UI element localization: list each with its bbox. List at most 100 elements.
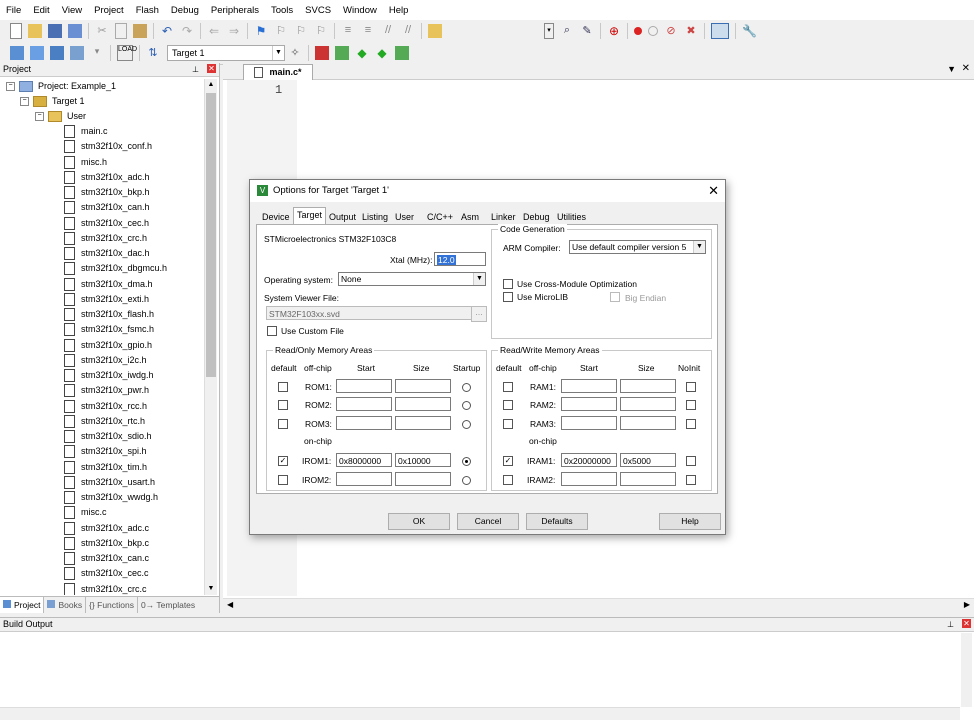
uncomment-icon[interactable]: // <box>401 24 415 38</box>
scroll-left-arrow[interactable]: ◀ <box>227 600 233 609</box>
tree-target[interactable]: − Target 1 <box>20 94 85 109</box>
tree-file[interactable]: misc.h <box>64 155 107 170</box>
collapse-icon[interactable]: − <box>35 112 44 122</box>
bookmark-icon[interactable]: ⚑ <box>254 24 268 38</box>
stop-build-icon[interactable]: ▾ <box>90 46 104 60</box>
clear-bookmarks-icon[interactable]: ⚐ <box>314 24 328 38</box>
cross-module-checkbox[interactable] <box>503 279 513 289</box>
xtal-input[interactable]: 12.0 <box>434 252 486 266</box>
rom-start-input[interactable] <box>336 416 392 430</box>
noinit-checkbox[interactable] <box>686 475 696 485</box>
svd-browse-button[interactable]: … <box>471 306 487 322</box>
tree-file[interactable]: main.c <box>64 124 108 139</box>
tree-file[interactable]: stm32f10x_crc.h <box>64 231 147 246</box>
close-icon[interactable]: ✕ <box>708 180 719 202</box>
debug-session-icon[interactable]: ⊕ <box>607 24 621 38</box>
tree-file[interactable]: stm32f10x_rtc.h <box>64 414 145 429</box>
pack-update-icon[interactable] <box>395 46 409 60</box>
tree-file[interactable]: stm32f10x_cec.h <box>64 216 149 231</box>
unindent-icon[interactable]: ≡ <box>361 24 375 38</box>
tree-file[interactable]: stm32f10x_fsmc.h <box>64 322 154 337</box>
tree-file[interactable]: stm32f10x_can.c <box>64 551 149 566</box>
configure-icon[interactable]: 🔧 <box>742 24 757 38</box>
menu-svcs[interactable]: SVCS <box>299 5 337 16</box>
menu-flash[interactable]: Flash <box>130 5 165 16</box>
collapse-icon[interactable]: − <box>20 97 29 107</box>
menu-debug[interactable]: Debug <box>165 5 205 16</box>
disable-breakpoint-icon[interactable] <box>648 26 658 36</box>
rom-default-checkbox[interactable]: ✓ <box>278 456 288 466</box>
rom-default-checkbox[interactable] <box>278 419 288 429</box>
noinit-checkbox[interactable] <box>686 400 696 410</box>
pin-icon[interactable]: ⊥ <box>192 63 199 76</box>
startup-radio[interactable] <box>462 420 471 429</box>
tab-templates[interactable]: 0→ Templates <box>138 597 198 613</box>
rom-default-checkbox[interactable] <box>278 400 288 410</box>
rom-size-input[interactable] <box>395 397 451 411</box>
indent-icon[interactable]: ≡ <box>341 24 355 38</box>
open-folder-icon[interactable] <box>28 24 42 38</box>
build-output-hscrollbar[interactable] <box>0 707 960 720</box>
rom-start-input[interactable] <box>336 397 392 411</box>
ram-default-checkbox[interactable]: ✓ <box>503 456 513 466</box>
cancel-button[interactable]: Cancel <box>457 513 519 530</box>
editor-tab-main-c[interactable]: main.c* <box>243 64 313 80</box>
ram-size-input[interactable]: 0x5000 <box>620 453 676 467</box>
tree-group-user[interactable]: − User <box>35 109 86 124</box>
copy-icon[interactable] <box>115 23 127 39</box>
rom-default-checkbox[interactable] <box>278 475 288 485</box>
tab-target[interactable]: Target <box>293 207 327 225</box>
menu-project[interactable]: Project <box>88 5 130 16</box>
ram-start-input[interactable] <box>561 397 617 411</box>
paste-icon[interactable] <box>133 24 147 38</box>
rebuild-icon[interactable] <box>50 46 64 60</box>
breakpoint-icon[interactable] <box>634 27 642 35</box>
ram-default-checkbox[interactable] <box>503 419 513 429</box>
tree-file[interactable]: stm32f10x_can.h <box>64 200 150 215</box>
new-file-icon[interactable] <box>10 23 22 39</box>
tree-file[interactable]: stm32f10x_sdio.h <box>64 429 152 444</box>
menu-help[interactable]: Help <box>383 5 415 16</box>
big-endian-checkbox[interactable] <box>610 292 620 302</box>
scroll-down-arrow[interactable]: ▼ <box>205 583 217 595</box>
rom-size-input[interactable] <box>395 416 451 430</box>
target-select[interactable]: Target 1 ▼ <box>167 45 285 61</box>
tree-file[interactable]: stm32f10x_conf.h <box>64 139 152 154</box>
ram-start-input[interactable]: 0x20000000 <box>561 453 617 467</box>
project-tree-scrollbar[interactable]: ▲ ▼ <box>204 79 217 595</box>
ram-start-input[interactable] <box>561 416 617 430</box>
target-select-icon[interactable]: ⇅ <box>146 46 160 60</box>
save-icon[interactable] <box>48 24 62 38</box>
undo-icon[interactable]: ↶ <box>160 24 174 38</box>
scroll-thumb[interactable] <box>206 93 216 377</box>
rom-start-input[interactable] <box>336 472 392 486</box>
disable-all-breakpoints-icon[interactable]: ⊘ <box>664 24 678 38</box>
noinit-checkbox[interactable] <box>686 382 696 392</box>
rom-start-input[interactable] <box>336 379 392 393</box>
ram-default-checkbox[interactable] <box>503 400 513 410</box>
menu-tools[interactable]: Tools <box>265 5 299 16</box>
tree-file[interactable]: stm32f10x_dbgmcu.h <box>64 261 167 276</box>
find-icon[interactable]: ⌕ <box>560 24 574 38</box>
tree-file[interactable]: stm32f10x_tim.h <box>64 460 147 475</box>
use-custom-file-checkbox[interactable] <box>267 326 277 336</box>
tree-file[interactable]: stm32f10x_bkp.h <box>64 185 150 200</box>
startup-radio[interactable] <box>462 476 471 485</box>
pin-icon[interactable]: ⊥ <box>947 618 954 631</box>
tree-file[interactable]: stm32f10x_dac.h <box>64 246 150 261</box>
translate-icon[interactable] <box>10 46 24 60</box>
noinit-checkbox[interactable] <box>686 419 696 429</box>
build-icon[interactable] <box>30 46 44 60</box>
tree-file[interactable]: stm32f10x_iwdg.h <box>64 368 154 383</box>
ram-start-input[interactable] <box>561 472 617 486</box>
tree-project-root[interactable]: − Project: Example_1 <box>6 79 116 94</box>
tree-file[interactable]: stm32f10x_bkp.c <box>64 536 149 551</box>
tree-file[interactable]: stm32f10x_crc.c <box>64 582 147 595</box>
tab-functions[interactable]: {} Functions <box>86 597 138 613</box>
ram-size-input[interactable] <box>620 397 676 411</box>
kill-breakpoints-icon[interactable]: ✖ <box>684 24 698 38</box>
tree-file[interactable]: stm32f10x_rcc.h <box>64 399 147 414</box>
pack-installer-icon[interactable]: ◆ <box>355 46 369 60</box>
tab-project[interactable]: Project <box>0 597 45 613</box>
help-button[interactable]: Help <box>659 513 721 530</box>
